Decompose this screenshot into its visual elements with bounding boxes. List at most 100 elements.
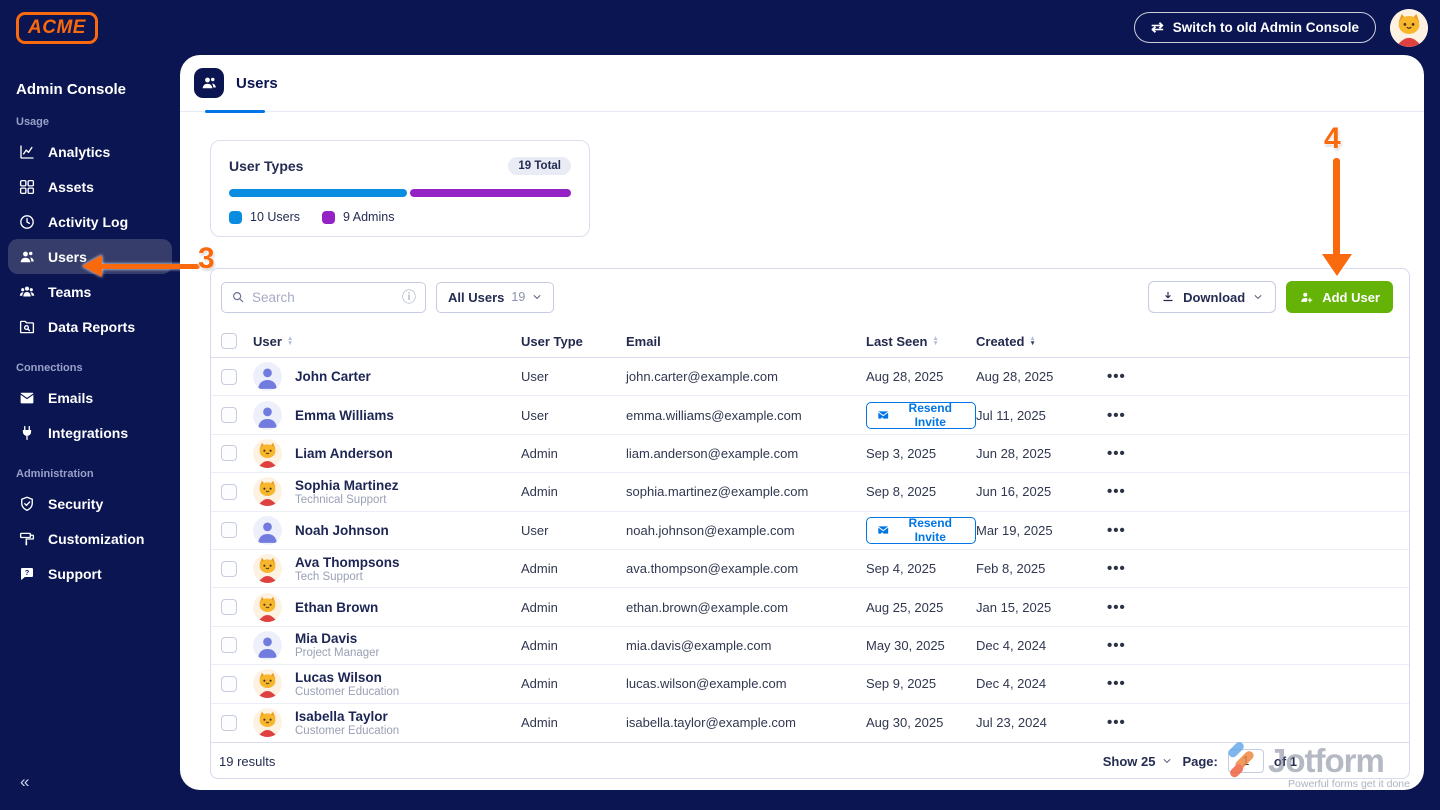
sidebar-item-label: Analytics bbox=[48, 144, 110, 160]
user-subtitle: Customer Education bbox=[295, 686, 399, 698]
person-avatar bbox=[253, 401, 282, 430]
created-cell: Aug 28, 2025 bbox=[976, 369, 1099, 384]
results-count: 19 results bbox=[219, 754, 275, 769]
row-checkbox[interactable] bbox=[221, 522, 237, 538]
last-seen-cell: Aug 30, 2025 bbox=[866, 715, 976, 730]
sidebar-item-label: Security bbox=[48, 496, 103, 512]
column-header-user[interactable]: User▲▼ bbox=[253, 334, 521, 349]
row-actions-button[interactable]: ••• bbox=[1099, 407, 1409, 424]
table-toolbar: ⓘ All Users 19 Download Add User bbox=[211, 269, 1409, 325]
table-row: Mia DavisProject Manager Admin mia.davis… bbox=[211, 627, 1409, 665]
table-body: John Carter User john.carter@example.com… bbox=[211, 358, 1409, 742]
user-type-cell: Admin bbox=[521, 638, 626, 653]
row-checkbox[interactable] bbox=[221, 599, 237, 615]
search-input-field[interactable] bbox=[252, 290, 395, 305]
integrations-icon bbox=[18, 424, 36, 442]
row-actions-button[interactable]: ••• bbox=[1099, 599, 1409, 616]
row-checkbox[interactable] bbox=[221, 715, 237, 731]
sidebar-item-customization[interactable]: Customization bbox=[8, 521, 172, 556]
row-checkbox[interactable] bbox=[221, 561, 237, 577]
swap-arrows-icon: ⇄ bbox=[1151, 20, 1164, 35]
resend-invite-button[interactable]: Resend Invite bbox=[866, 402, 976, 429]
users-bar-segment bbox=[229, 189, 407, 197]
user-type-cell: Admin bbox=[521, 600, 626, 615]
email-cell: mia.davis@example.com bbox=[626, 638, 866, 653]
users-swatch bbox=[229, 211, 242, 224]
user-name[interactable]: Liam Anderson bbox=[295, 446, 393, 461]
row-checkbox[interactable] bbox=[221, 637, 237, 653]
top-bar: ACME ⇄ Switch to old Admin Console bbox=[0, 0, 1440, 55]
account-avatar[interactable] bbox=[1390, 9, 1428, 47]
row-actions-button[interactable]: ••• bbox=[1099, 368, 1409, 385]
row-actions-button[interactable]: ••• bbox=[1099, 445, 1409, 462]
row-actions-button[interactable]: ••• bbox=[1099, 675, 1409, 692]
switch-to-old-console-button[interactable]: ⇄ Switch to old Admin Console bbox=[1134, 12, 1376, 43]
row-actions-button[interactable]: ••• bbox=[1099, 637, 1409, 654]
sidebar-item-integrations[interactable]: Integrations bbox=[8, 415, 172, 450]
row-checkbox[interactable] bbox=[221, 369, 237, 385]
sidebar-item-emails[interactable]: Emails bbox=[8, 380, 172, 415]
row-checkbox[interactable] bbox=[221, 676, 237, 692]
sidebar-item-teams[interactable]: Teams bbox=[8, 274, 172, 309]
email-cell: lucas.wilson@example.com bbox=[626, 676, 866, 691]
sort-icon-active: ▲▼ bbox=[1029, 336, 1035, 346]
admins-bar-segment bbox=[410, 189, 571, 197]
person-avatar bbox=[253, 516, 282, 545]
cat-avatar bbox=[253, 477, 282, 506]
filter-count: 19 bbox=[511, 290, 525, 304]
user-type-cell: Admin bbox=[521, 484, 626, 499]
sidebar-item-activity-log[interactable]: Activity Log bbox=[8, 204, 172, 239]
row-checkbox[interactable] bbox=[221, 407, 237, 423]
sidebar-title: Admin Console bbox=[8, 81, 172, 98]
search-input[interactable]: ⓘ bbox=[221, 282, 426, 313]
sidebar-item-security[interactable]: Security bbox=[8, 486, 172, 521]
user-name[interactable]: Isabella Taylor bbox=[295, 709, 399, 724]
row-actions-button[interactable]: ••• bbox=[1099, 483, 1409, 500]
row-checkbox[interactable] bbox=[221, 445, 237, 461]
row-actions-button[interactable]: ••• bbox=[1099, 560, 1409, 577]
email-cell: john.carter@example.com bbox=[626, 369, 866, 384]
user-filter-dropdown[interactable]: All Users 19 bbox=[436, 282, 554, 313]
card-title: User Types bbox=[229, 158, 303, 174]
sidebar-item-analytics[interactable]: Analytics bbox=[8, 134, 172, 169]
resend-invite-label: Resend Invite bbox=[895, 516, 965, 544]
resend-invite-label: Resend Invite bbox=[895, 401, 965, 429]
send-mail-icon bbox=[877, 523, 889, 537]
sidebar-item-support[interactable]: ? Support bbox=[8, 556, 172, 591]
switch-button-label: Switch to old Admin Console bbox=[1173, 20, 1359, 35]
add-user-button[interactable]: Add User bbox=[1286, 281, 1393, 313]
resend-invite-button[interactable]: Resend Invite bbox=[866, 517, 976, 544]
email-cell: sophia.martinez@example.com bbox=[626, 484, 866, 499]
user-name[interactable]: Noah Johnson bbox=[295, 523, 389, 538]
user-name[interactable]: Lucas Wilson bbox=[295, 670, 399, 685]
row-checkbox[interactable] bbox=[221, 484, 237, 500]
user-name[interactable]: Emma Williams bbox=[295, 408, 394, 423]
table-row: Ethan Brown Admin ethan.brown@example.co… bbox=[211, 588, 1409, 626]
table-row: Ava ThompsonsTech Support Admin ava.thom… bbox=[211, 550, 1409, 588]
cat-avatar bbox=[253, 669, 282, 698]
sidebar-collapse-button[interactable]: « bbox=[20, 772, 29, 792]
column-header-last-seen[interactable]: Last Seen▲▼ bbox=[866, 334, 976, 349]
support-chat-icon: ? bbox=[18, 565, 36, 583]
select-all-checkbox[interactable] bbox=[221, 333, 237, 349]
sidebar-item-assets[interactable]: Assets bbox=[8, 169, 172, 204]
user-name[interactable]: Ethan Brown bbox=[295, 600, 378, 615]
user-subtitle: Customer Education bbox=[295, 725, 399, 737]
created-cell: Jun 28, 2025 bbox=[976, 446, 1099, 461]
user-type-cell: User bbox=[521, 523, 626, 538]
table-row: Sophia MartinezTechnical Support Admin s… bbox=[211, 473, 1409, 511]
show-per-page-dropdown[interactable]: Show 25 bbox=[1103, 754, 1173, 769]
user-name[interactable]: Sophia Martinez bbox=[295, 478, 399, 493]
download-button[interactable]: Download bbox=[1148, 281, 1276, 313]
user-name[interactable]: Ava Thompsons bbox=[295, 555, 400, 570]
user-name[interactable]: Mia Davis bbox=[295, 631, 379, 646]
sidebar-item-label: Customization bbox=[48, 531, 144, 547]
column-header-created[interactable]: Created▲▼ bbox=[976, 334, 1099, 349]
row-actions-button[interactable]: ••• bbox=[1099, 714, 1409, 731]
page-title: Users bbox=[236, 75, 278, 92]
user-name[interactable]: John Carter bbox=[295, 369, 371, 384]
svg-text:?: ? bbox=[25, 569, 29, 577]
chevron-down-icon bbox=[532, 292, 542, 302]
row-actions-button[interactable]: ••• bbox=[1099, 522, 1409, 539]
sidebar-item-data-reports[interactable]: Data Reports bbox=[8, 309, 172, 344]
